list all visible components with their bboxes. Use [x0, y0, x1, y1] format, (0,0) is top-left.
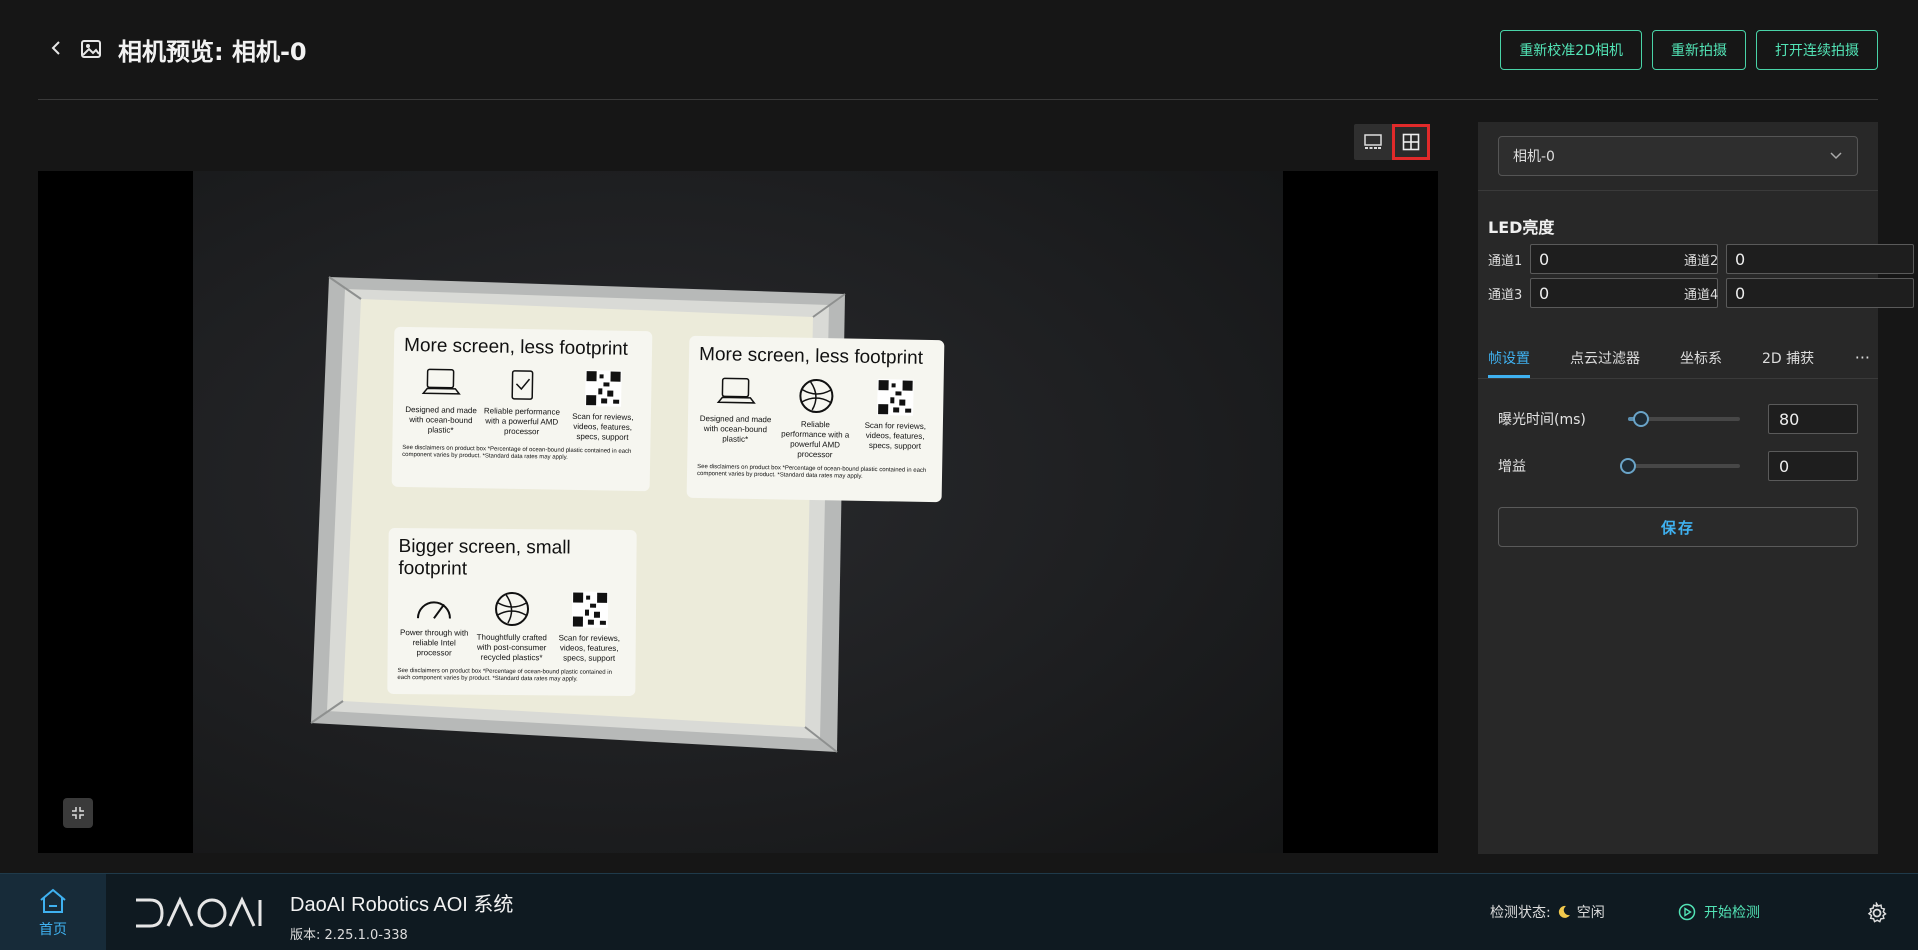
grid-view-icon[interactable] [1392, 124, 1430, 160]
channel-label: 通道4 [1684, 287, 1719, 303]
start-detection-label: 开始检测 [1704, 905, 1760, 921]
view-mode-toggle [1354, 124, 1430, 160]
laptop-icon [716, 377, 756, 404]
app-version: 版本: 2.25.1.0-338 [290, 928, 408, 943]
single-view-icon[interactable] [1354, 124, 1392, 160]
qr-code-icon [571, 591, 608, 628]
detection-status: 检测状态: 空闲 [1490, 902, 1605, 922]
play-circle-icon [1678, 903, 1696, 921]
card-disclaimer: See disclaimers on product box *Percenta… [402, 444, 632, 461]
recapture-button[interactable]: 重新拍摄 [1652, 30, 1746, 70]
label-card: More screen, less footprint Designed and… [391, 326, 653, 492]
channel-4-input[interactable] [1727, 279, 1918, 307]
led-channel-4: 通道4 us [1684, 278, 1918, 308]
status-label: 检测状态: [1490, 905, 1551, 921]
card-disclaimer: See disclaimers on product box *Percenta… [696, 463, 927, 480]
slider-thumb[interactable] [1620, 458, 1636, 474]
board-frame [310, 276, 846, 753]
start-detection-button[interactable]: 开始检测 [1678, 902, 1760, 922]
feature-item: Reliable performance with a powerful AMD… [483, 366, 560, 441]
channel-label: 通道2 [1684, 253, 1719, 269]
card-title: Bigger screen, small footprint [398, 536, 571, 580]
footer-bar: 首页 DaoAI Robotics AOI 系统 版本: 2.25.1.0-33… [0, 873, 1918, 950]
save-button[interactable]: 保存 [1498, 507, 1858, 547]
camera-select[interactable]: 相机-0 [1498, 136, 1858, 176]
divider [1478, 190, 1878, 191]
led-brightness-title: LED亮度 [1488, 218, 1555, 237]
feature-item: Scan for reviews, videos, features, spec… [564, 368, 641, 443]
feature-item: Thoughtfully crafted with post-consumer … [475, 589, 549, 664]
app-title: DaoAI Robotics AOI 系统 [290, 894, 514, 916]
exposure-slider[interactable] [1628, 411, 1740, 427]
home-label: 首页 [39, 921, 67, 938]
home-button[interactable]: 首页 [0, 874, 106, 950]
channel-label: 通道1 [1488, 253, 1523, 269]
recalibrate-2d-camera-button[interactable]: 重新校准2D相机 [1500, 30, 1642, 70]
image-icon [80, 38, 102, 60]
camera-image: More screen, less footprint Designed and… [193, 171, 1283, 853]
feature-item: Designed and made with ocean-bound plast… [697, 374, 774, 459]
clipboard-check-icon [511, 370, 534, 400]
qr-code-icon [877, 379, 915, 416]
gain-label: 增益 [1498, 459, 1526, 475]
feature-item: Reliable performance with a powerful AMD… [777, 375, 854, 460]
feature-item: Scan for reviews, videos, features, spec… [553, 589, 627, 664]
camera-settings-panel: 相机-0 LED亮度 通道1 us 通道2 us 通道3 us 通道4 us 帧… [1478, 122, 1918, 854]
exposure-label: 曝光时间(ms) [1498, 412, 1586, 428]
globe-icon [798, 379, 833, 414]
page-header: 相机预览: 相机-0 重新校准2D相机 重新拍摄 打开连续拍摄 [38, 0, 1878, 100]
settings-tabs: 帧设置 点云过滤器 坐标系 2D 捕获 ··· [1488, 338, 1870, 378]
card-disclaimer: See disclaimers on product box *Percenta… [397, 668, 612, 683]
gain-slider[interactable] [1620, 458, 1740, 474]
gain-input[interactable] [1768, 451, 1858, 481]
moon-icon [1558, 905, 1570, 918]
gear-icon[interactable] [1866, 900, 1888, 928]
card-title: More screen, less footprint [698, 343, 924, 369]
slider-thumb[interactable] [1633, 411, 1650, 427]
led-channel-2: 通道2 us [1684, 244, 1918, 274]
more-tabs-icon[interactable]: ··· [1855, 348, 1870, 367]
feature-item: Scan for reviews, videos, features, spec… [857, 377, 934, 462]
page-title: 相机预览: 相机-0 [118, 38, 307, 66]
gain-row: 增益 [1498, 451, 1858, 481]
laptop-icon [421, 368, 461, 395]
header-actions: 重新校准2D相机 重新拍摄 打开连续拍摄 [1500, 30, 1878, 70]
continuous-capture-button[interactable]: 打开连续拍摄 [1756, 30, 1878, 70]
channel-2-input[interactable] [1727, 245, 1918, 273]
label-card: Bigger screen, small footprint Power thr… [387, 527, 637, 697]
label-card: More screen, less footprint Designed and… [686, 335, 945, 503]
camera-select-value: 相机-0 [1513, 149, 1555, 165]
divider [1478, 378, 1878, 379]
status-value: 空闲 [1576, 905, 1605, 921]
gauge-icon [417, 601, 452, 619]
tab-frame-settings[interactable]: 帧设置 [1488, 338, 1530, 378]
daoai-logo [134, 896, 264, 934]
exposure-input[interactable] [1768, 404, 1858, 434]
tab-point-cloud-filter[interactable]: 点云过滤器 [1570, 338, 1640, 378]
card-title: More screen, less footprint [403, 334, 629, 360]
feature-item: Power through with reliable Intel proces… [398, 588, 472, 663]
chevron-down-icon [1830, 152, 1842, 160]
home-icon [40, 888, 66, 913]
globe-icon [495, 591, 530, 626]
channel-label: 通道3 [1488, 287, 1523, 303]
tab-2d-capture[interactable]: 2D 捕获 [1762, 338, 1814, 378]
minimize-icon[interactable] [63, 798, 93, 828]
tab-coordinate-system[interactable]: 坐标系 [1680, 338, 1722, 378]
camera-preview[interactable]: More screen, less footprint Designed and… [38, 171, 1438, 853]
exposure-row: 曝光时间(ms) [1498, 404, 1858, 434]
back-icon[interactable] [44, 36, 68, 60]
qr-code-icon [584, 370, 622, 407]
feature-item: Designed and made with ocean-bound plast… [402, 365, 479, 440]
